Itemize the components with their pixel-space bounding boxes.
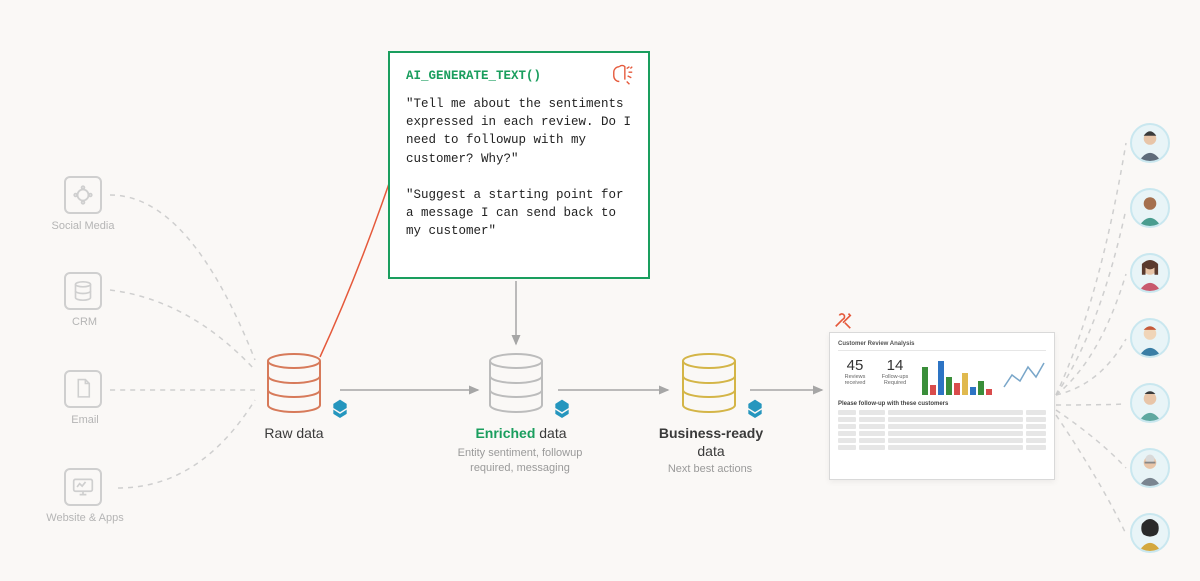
business-ready-sublabel: Next best actions: [660, 462, 760, 477]
raw-data-label: Raw data: [261, 425, 327, 441]
user-avatar: [1130, 188, 1170, 228]
code-prompt-1: "Tell me about the sentiments expressed …: [406, 95, 632, 168]
email-icon: [64, 370, 102, 408]
user-avatar: [1130, 123, 1170, 163]
enriched-data-sublabel: Entity sentiment, followup required, mes…: [445, 446, 595, 476]
user-avatar: [1130, 448, 1170, 488]
databricks-badge-icon-2: [552, 398, 572, 418]
dashboard-line-chart: [998, 357, 1046, 395]
code-prompt-2: "Suggest a starting point for a message …: [406, 186, 632, 240]
website-apps-icon: [64, 468, 102, 506]
website-apps-label: Website & Apps: [42, 512, 128, 524]
email-label: Email: [70, 414, 100, 426]
ai-prompt-box: AI_GENERATE_TEXT() "Tell me about the se…: [388, 51, 650, 279]
social-media-label: Social Media: [50, 220, 116, 232]
user-avatar: [1130, 383, 1170, 423]
user-avatar: [1130, 253, 1170, 293]
social-media-icon: [64, 176, 102, 214]
enriched-data-db-icon: [485, 352, 547, 423]
business-ready-db-icon: [678, 352, 740, 423]
dashboard-preview: Customer Review Analysis 45 Reviews rece…: [829, 332, 1055, 480]
dashboard-table: [838, 410, 1046, 450]
code-function-name: AI_GENERATE_TEXT(): [406, 67, 632, 85]
user-avatar: [1130, 513, 1170, 553]
brain-icon: [610, 63, 636, 93]
databricks-badge-icon-3: [745, 398, 765, 418]
metric-followups: 14 Follow-ups Required: [878, 357, 912, 395]
raw-data-db-icon: [263, 352, 325, 423]
dashboard-bar-chart: [918, 357, 992, 395]
databricks-badge-icon: [330, 398, 350, 418]
dashboard-section-title: Please follow-up with these customers: [838, 401, 1046, 407]
crm-icon: [64, 272, 102, 310]
enriched-data-label: Enriched data: [466, 425, 576, 441]
user-avatar: [1130, 318, 1170, 358]
dashboard-title: Customer Review Analysis: [838, 341, 1046, 351]
metric-reviews: 45 Reviews received: [838, 357, 872, 395]
crm-label: CRM: [72, 316, 96, 328]
business-ready-label: Business-readydata: [650, 425, 772, 460]
